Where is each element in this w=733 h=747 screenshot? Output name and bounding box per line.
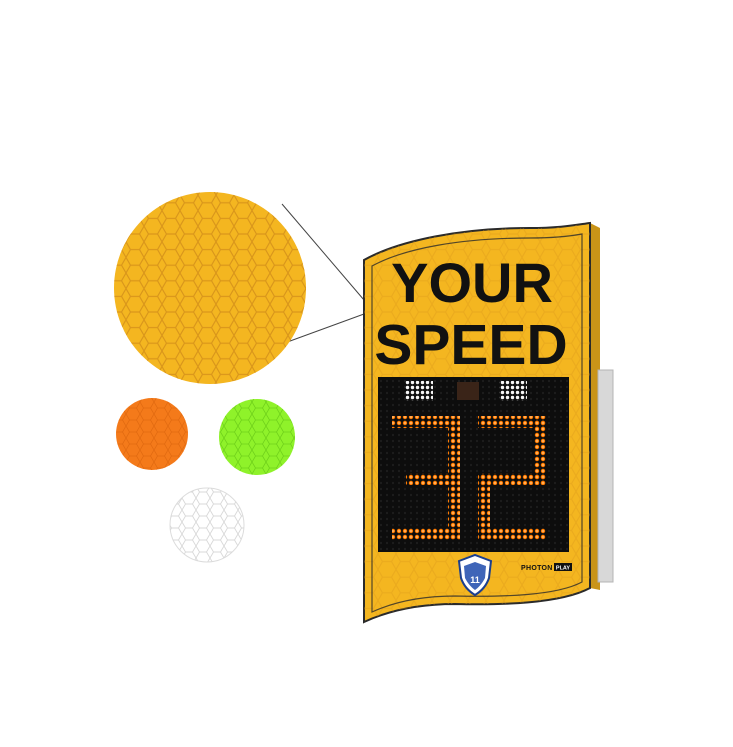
mounting-bracket <box>597 369 614 583</box>
sign-line-speed: SPEED <box>374 313 567 377</box>
yellow-swatch-zoom <box>114 192 306 384</box>
svg-text:11: 11 <box>470 575 480 585</box>
color-swatches <box>116 398 295 563</box>
brand-text: PHOTON <box>521 565 553 572</box>
speed-sign: YOUR SPEED 11 PHOTON PLAY <box>363 221 614 624</box>
brand-logo: PHOTON PLAY <box>521 563 572 572</box>
sign-line-your: YOUR <box>391 251 553 314</box>
center-sensor <box>457 382 479 400</box>
white-led-left <box>405 381 433 401</box>
brand-badge-text: PLAY <box>556 566 570 572</box>
speed-sign-scene: YOUR SPEED 11 PHOTON PLAY <box>114 192 614 624</box>
white-led-right <box>499 381 527 401</box>
